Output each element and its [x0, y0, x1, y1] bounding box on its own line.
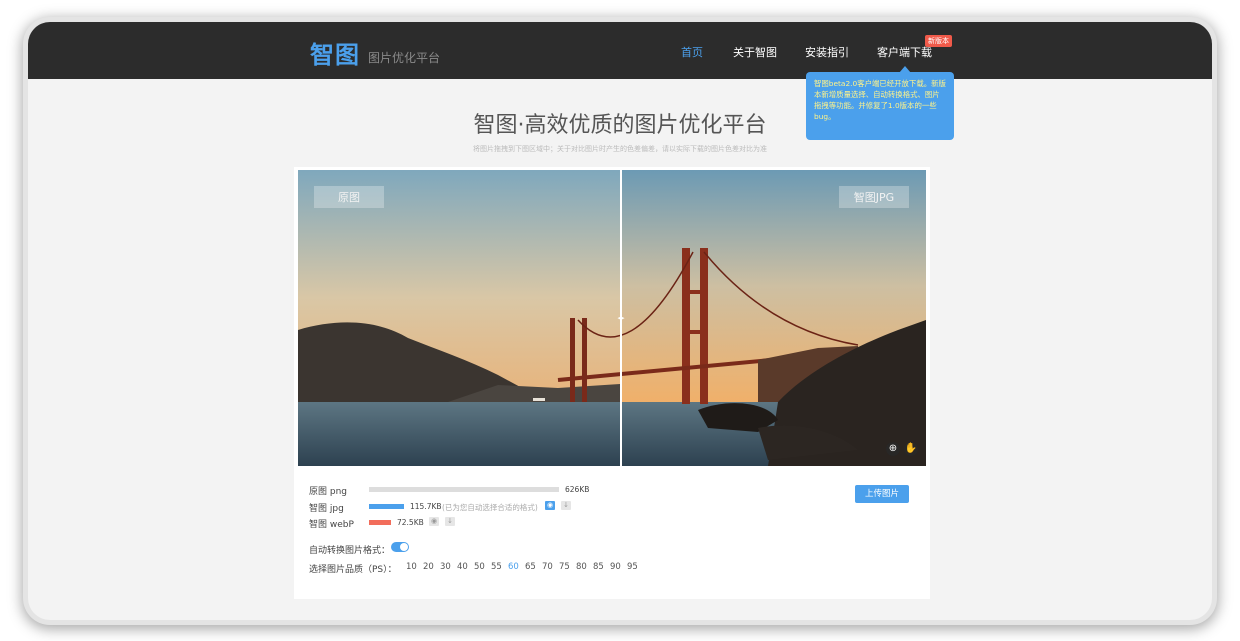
auto-convert-label: 自动转换图片格式：: [309, 546, 391, 556]
bridge-photo: [298, 170, 926, 466]
quality-option-10[interactable]: 10: [406, 562, 417, 572]
top-navbar: 智图 图片优化平台 首页 关于智图 安装指引 客户端下载 新版本: [28, 22, 1212, 79]
size-value-png: 626KB: [565, 485, 590, 494]
download-icon[interactable]: ↓: [561, 501, 571, 510]
nav-about[interactable]: 关于智图: [733, 44, 777, 60]
compare-image[interactable]: 原图 智图JPG ◂▸ ⊕ ✋: [298, 170, 926, 466]
optimized-label: 智图JPG: [839, 186, 909, 208]
original-label: 原图: [314, 186, 384, 208]
size-bar-png: [369, 487, 559, 492]
browser-window: 智图 图片优化平台 首页 关于智图 安装指引 客户端下载 新版本 智图beta2…: [28, 22, 1212, 620]
quality-option-80[interactable]: 80: [576, 562, 587, 572]
size-bar-jpg: [369, 504, 404, 509]
result-label-webp: 智图 webP: [309, 520, 354, 530]
logo-tagline: 图片优化平台: [368, 51, 441, 65]
result-label-png: 原图 png: [309, 487, 347, 497]
auto-convert-toggle[interactable]: [391, 542, 409, 552]
quality-option-85[interactable]: 85: [593, 562, 604, 572]
new-version-badge: 新版本: [925, 35, 952, 47]
compare-card: 原图 智图JPG ◂▸ ⊕ ✋ 原图 png 626KB 智图 jpg 115.…: [294, 167, 930, 599]
quality-label: 选择图片品质（PS）：: [309, 565, 397, 575]
drag-handle-icon[interactable]: ◂▸: [616, 315, 626, 322]
quality-option-55[interactable]: 55: [491, 562, 502, 572]
size-value-jpg: 115.7KB: [410, 502, 442, 511]
eye-icon[interactable]: ◉: [429, 517, 439, 526]
quality-option-40[interactable]: 40: [457, 562, 468, 572]
upload-button[interactable]: 上传图片: [855, 485, 909, 503]
size-bar-webp: [369, 520, 391, 525]
zoom-in-icon[interactable]: ⊕: [886, 442, 900, 456]
eye-icon[interactable]: ◉: [545, 501, 555, 510]
quality-option-20[interactable]: 20: [423, 562, 434, 572]
quality-option-70[interactable]: 70: [542, 562, 553, 572]
quality-option-65[interactable]: 65: [525, 562, 536, 572]
quality-option-90[interactable]: 90: [610, 562, 621, 572]
auto-format-hint: (已为您自动选择合适的格式): [442, 503, 538, 512]
logo[interactable]: 智图: [310, 35, 360, 70]
nav-install-guide[interactable]: 安装指引: [805, 44, 849, 60]
hand-icon[interactable]: ✋: [904, 442, 918, 456]
nav-home[interactable]: 首页: [681, 44, 703, 60]
quality-option-50[interactable]: 50: [474, 562, 485, 572]
quality-option-30[interactable]: 30: [440, 562, 451, 572]
quality-option-95[interactable]: 95: [627, 562, 638, 572]
nav-client-download[interactable]: 客户端下载: [877, 44, 932, 60]
size-value-webp: 72.5KB: [397, 518, 424, 527]
quality-option-75[interactable]: 75: [559, 562, 570, 572]
page-title: 智图·高效优质的图片优化平台: [473, 113, 767, 138]
quality-option-60[interactable]: 60: [508, 562, 519, 572]
page-subtitle: 将图片拖拽到下图区域中；关于对比图片时产生的色差偏差，请以实际下载的图片色差对比…: [473, 145, 767, 153]
result-label-jpg: 智图 jpg: [309, 504, 344, 514]
download-icon[interactable]: ↓: [445, 517, 455, 526]
